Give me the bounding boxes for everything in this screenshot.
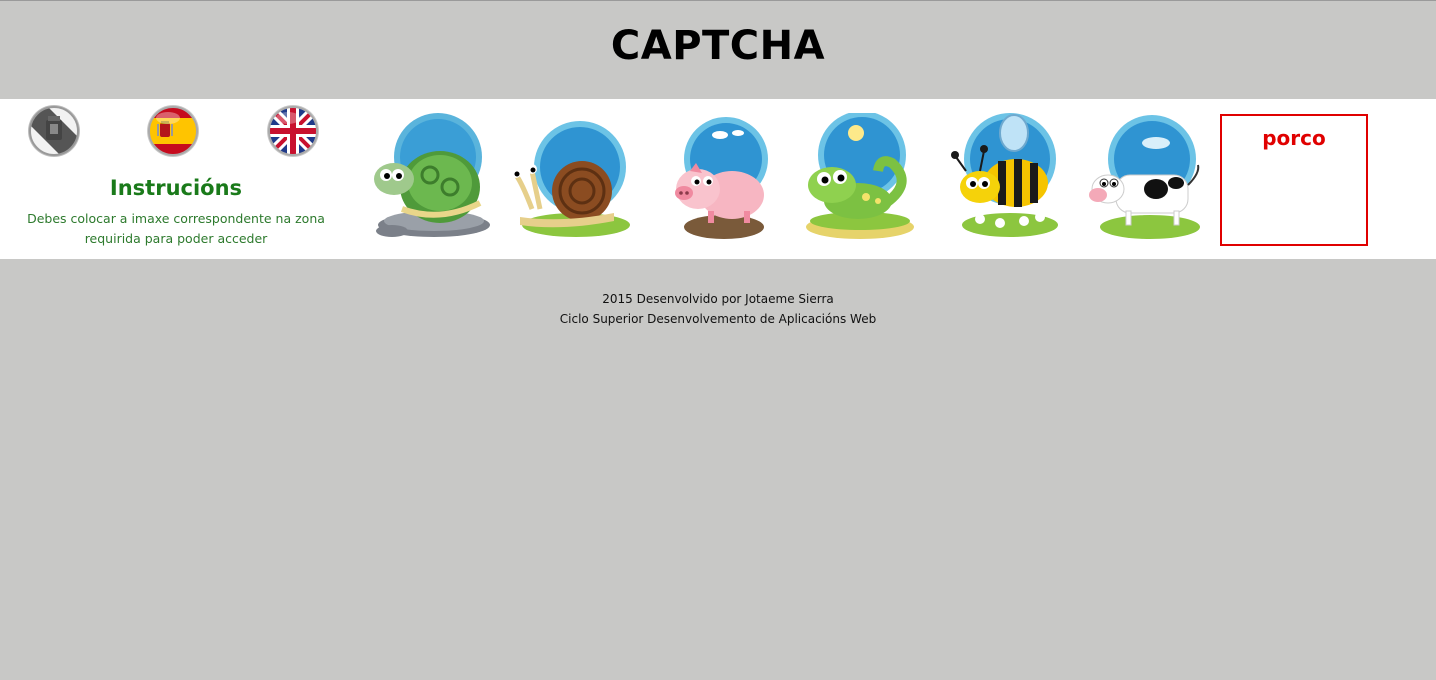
language-galician-button[interactable]: [27, 104, 81, 158]
page-title: CAPTCHA: [610, 23, 826, 69]
pig-icon: [675, 117, 768, 239]
target-animal-word: porco: [1262, 126, 1326, 150]
spain-flag-icon: [147, 105, 199, 157]
animal-turtle-image[interactable]: [372, 113, 492, 241]
page-header: CAPTCHA: [0, 1, 1436, 99]
page-footer: 2015 Desenvolvido por Jotaeme Sierra Cic…: [0, 289, 1436, 329]
language-spanish-button[interactable]: [146, 104, 200, 158]
footer-course: Ciclo Superior Desenvolvemento de Aplica…: [559, 312, 877, 326]
chameleon-icon: [806, 113, 914, 239]
drop-target-zone[interactable]: porco: [1220, 114, 1368, 246]
bee-icon: [951, 113, 1058, 237]
turtle-icon: [374, 113, 490, 237]
instructions-text: Debes colocar a imaxe correspondente na …: [27, 211, 325, 246]
animal-pig-image[interactable]: [666, 113, 786, 241]
animal-chameleon-image[interactable]: [796, 113, 916, 241]
animal-cow-image[interactable]: [1086, 113, 1206, 241]
snail-icon: [512, 121, 630, 237]
animal-bee-image[interactable]: [946, 113, 1066, 241]
animal-snail-image[interactable]: [512, 113, 632, 241]
captcha-panel: Instrucións Debes colocar a imaxe corres…: [0, 99, 1436, 259]
instructions-title: Instrucións: [109, 176, 243, 200]
cow-icon: [1089, 115, 1200, 239]
footer-credit: 2015 Desenvolvido por Jotaeme Sierra: [602, 292, 834, 306]
language-english-button[interactable]: [266, 104, 320, 158]
galicia-flag-icon: [28, 105, 80, 157]
uk-flag-icon: [267, 105, 319, 157]
